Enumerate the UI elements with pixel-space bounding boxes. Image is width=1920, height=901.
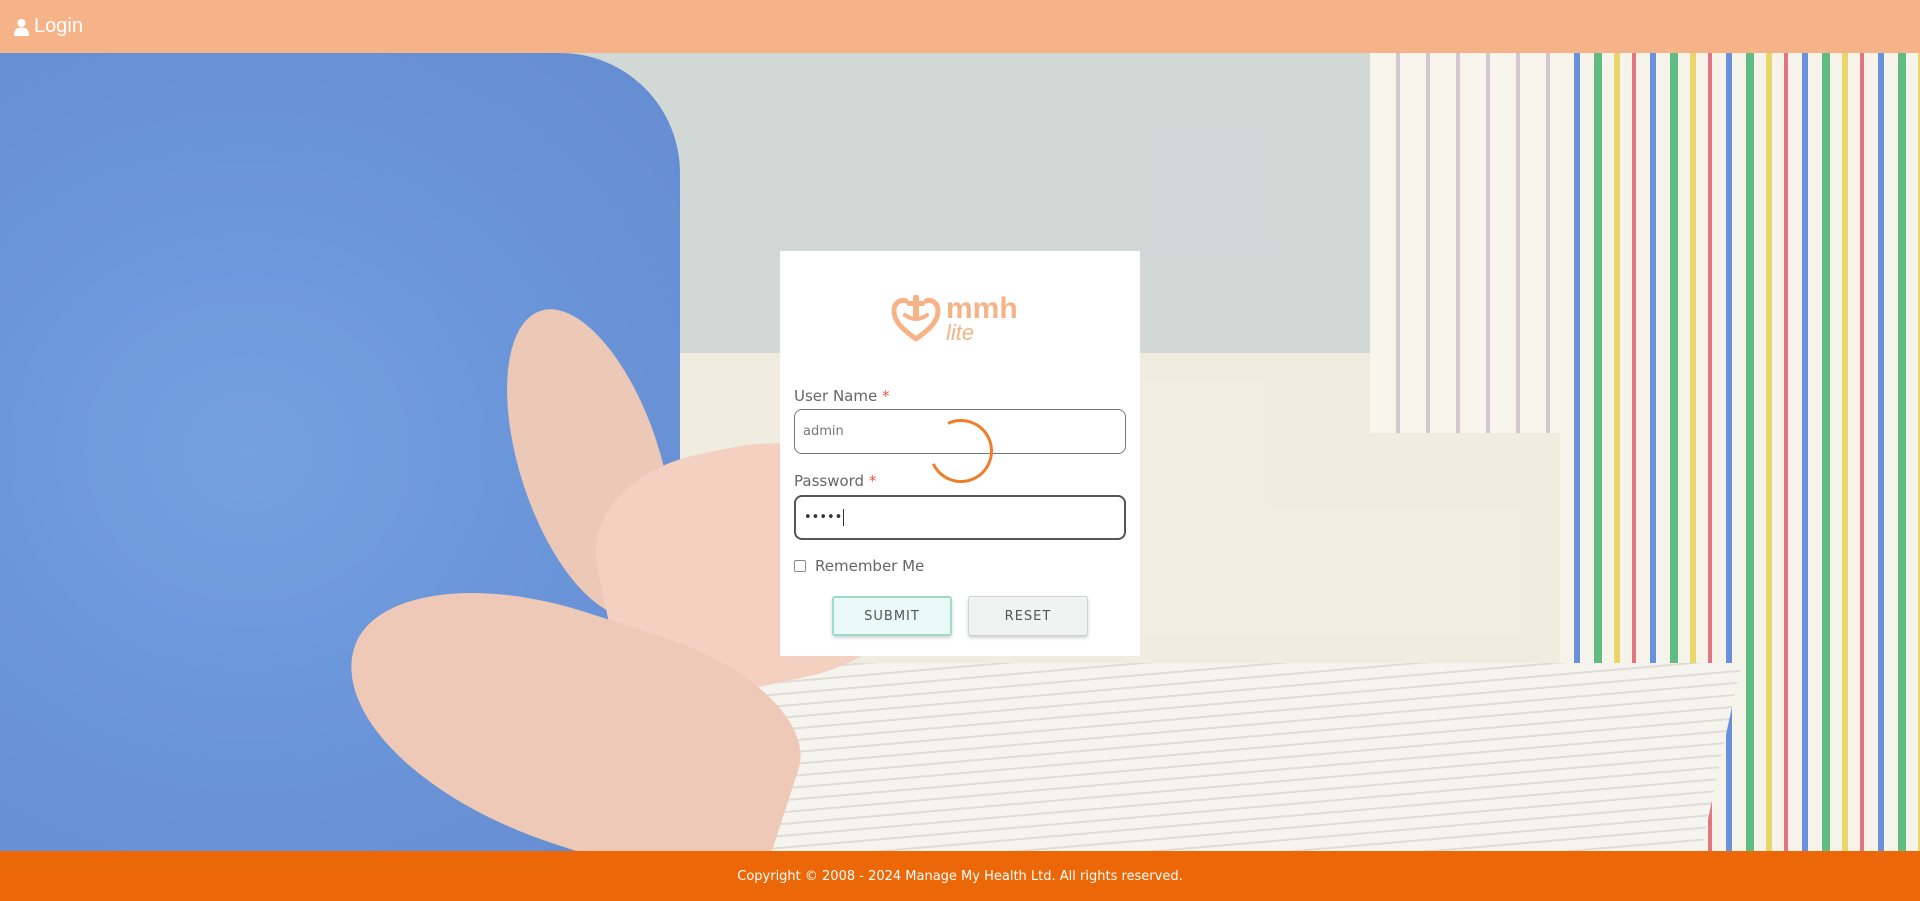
username-label: User Name * bbox=[794, 387, 890, 405]
heart-hands-icon bbox=[891, 295, 941, 342]
password-value: ••••• bbox=[804, 510, 843, 525]
password-label: Password * bbox=[794, 472, 877, 490]
username-value: admin bbox=[803, 424, 844, 439]
logo: mmh lite bbox=[890, 291, 1030, 347]
page-title: Login bbox=[34, 15, 83, 37]
copyright-text: Copyright © 2008 - 2024 Manage My Health… bbox=[737, 868, 1183, 884]
reset-button[interactable]: RESET bbox=[968, 596, 1088, 636]
required-marker: * bbox=[882, 387, 890, 405]
text-cursor bbox=[843, 509, 845, 526]
required-marker: * bbox=[868, 472, 877, 490]
remember-me[interactable]: Remember Me bbox=[794, 557, 924, 575]
remember-me-checkbox[interactable] bbox=[794, 560, 806, 572]
user-icon bbox=[14, 18, 29, 36]
remember-me-label: Remember Me bbox=[815, 557, 925, 575]
submit-button[interactable]: SUBMIT bbox=[832, 596, 952, 636]
password-input[interactable]: ••••• bbox=[794, 495, 1126, 540]
brand-subtitle: lite bbox=[946, 320, 975, 345]
top-bar: Login bbox=[0, 0, 1920, 53]
footer: Copyright © 2008 - 2024 Manage My Health… bbox=[0, 851, 1920, 901]
login-card: mmh lite User Name * admin Password * ••… bbox=[780, 251, 1140, 656]
